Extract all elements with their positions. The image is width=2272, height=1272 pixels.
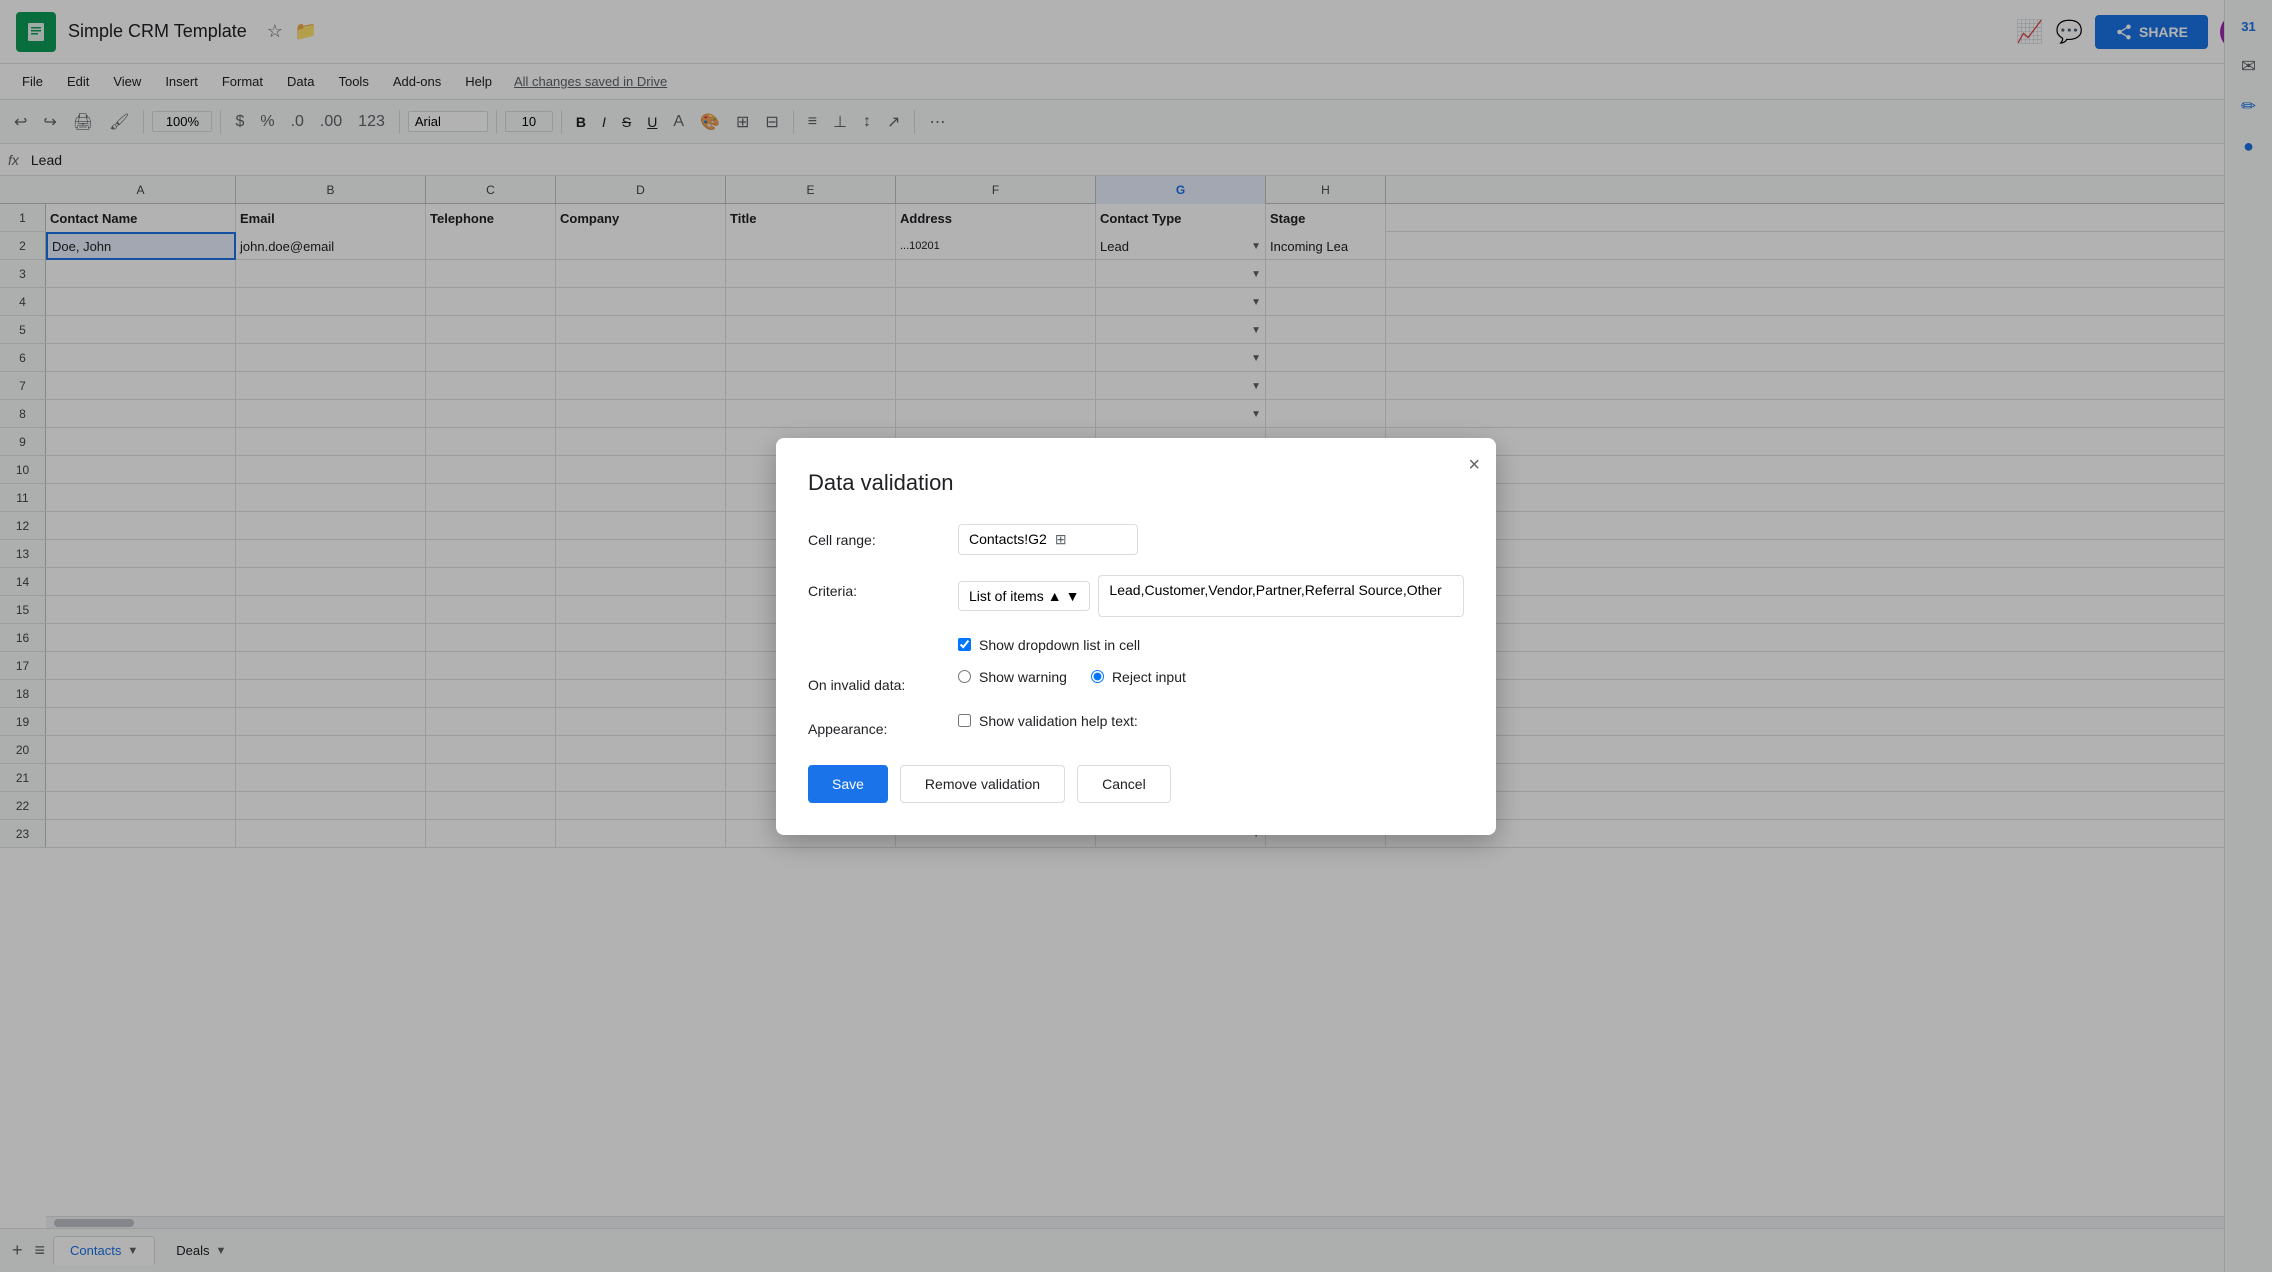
reject-input-label: Reject input	[1112, 669, 1186, 685]
modal-overlay[interactable]: × Data validation Cell range: Contacts!G…	[0, 0, 2272, 1272]
criteria-type-selector[interactable]: List of items ▲ ▼	[958, 581, 1090, 611]
modal-title: Data validation	[808, 470, 1464, 496]
show-warning-option[interactable]: Show warning	[958, 669, 1067, 685]
grid-icon[interactable]: ⊞	[1055, 531, 1067, 548]
reject-input-option[interactable]: Reject input	[1091, 669, 1186, 685]
cell-range-row: Cell range: Contacts!G2 ⊞	[808, 524, 1464, 555]
modal-close-button[interactable]: ×	[1468, 454, 1480, 477]
show-dropdown-label[interactable]: Show dropdown list in cell	[979, 637, 1140, 653]
invalid-data-row: On invalid data: Show warning Reject inp…	[808, 669, 1464, 693]
appearance-label: Appearance:	[808, 713, 958, 737]
data-validation-modal: × Data validation Cell range: Contacts!G…	[776, 438, 1496, 835]
invalid-data-label: On invalid data:	[808, 669, 958, 693]
reject-input-radio[interactable]	[1091, 670, 1104, 683]
remove-validation-button[interactable]: Remove validation	[900, 765, 1065, 803]
criteria-down-arrow: ▼	[1066, 588, 1080, 604]
help-text-checkbox[interactable]	[958, 714, 971, 727]
cell-range-label: Cell range:	[808, 524, 958, 548]
save-button[interactable]: Save	[808, 765, 888, 803]
criteria-row: Criteria: List of items ▲ ▼ Lead,Custome…	[808, 575, 1464, 617]
criteria-type-value: List of items	[969, 588, 1044, 604]
criteria-value-input[interactable]: Lead,Customer,Vendor,Partner,Referral So…	[1098, 575, 1464, 617]
show-dropdown-row: Show dropdown list in cell	[958, 637, 1464, 653]
appearance-row: Appearance: Show validation help text:	[808, 713, 1464, 737]
cell-range-controls: Contacts!G2 ⊞	[958, 524, 1464, 555]
invalid-data-options: Show warning Reject input	[958, 669, 1186, 685]
modal-actions: Save Remove validation Cancel	[808, 765, 1464, 803]
cancel-button[interactable]: Cancel	[1077, 765, 1171, 803]
cell-range-value: Contacts!G2	[969, 531, 1047, 547]
show-warning-radio[interactable]	[958, 670, 971, 683]
cell-range-input[interactable]: Contacts!G2 ⊞	[958, 524, 1138, 555]
show-dropdown-checkbox[interactable]	[958, 638, 971, 651]
criteria-controls: List of items ▲ ▼ Lead,Customer,Vendor,P…	[958, 575, 1464, 617]
help-text-label[interactable]: Show validation help text:	[979, 713, 1138, 729]
appearance-controls: Show validation help text:	[958, 713, 1464, 729]
show-warning-label: Show warning	[979, 669, 1067, 685]
criteria-label: Criteria:	[808, 575, 958, 599]
criteria-up-arrow: ▲	[1048, 588, 1062, 604]
